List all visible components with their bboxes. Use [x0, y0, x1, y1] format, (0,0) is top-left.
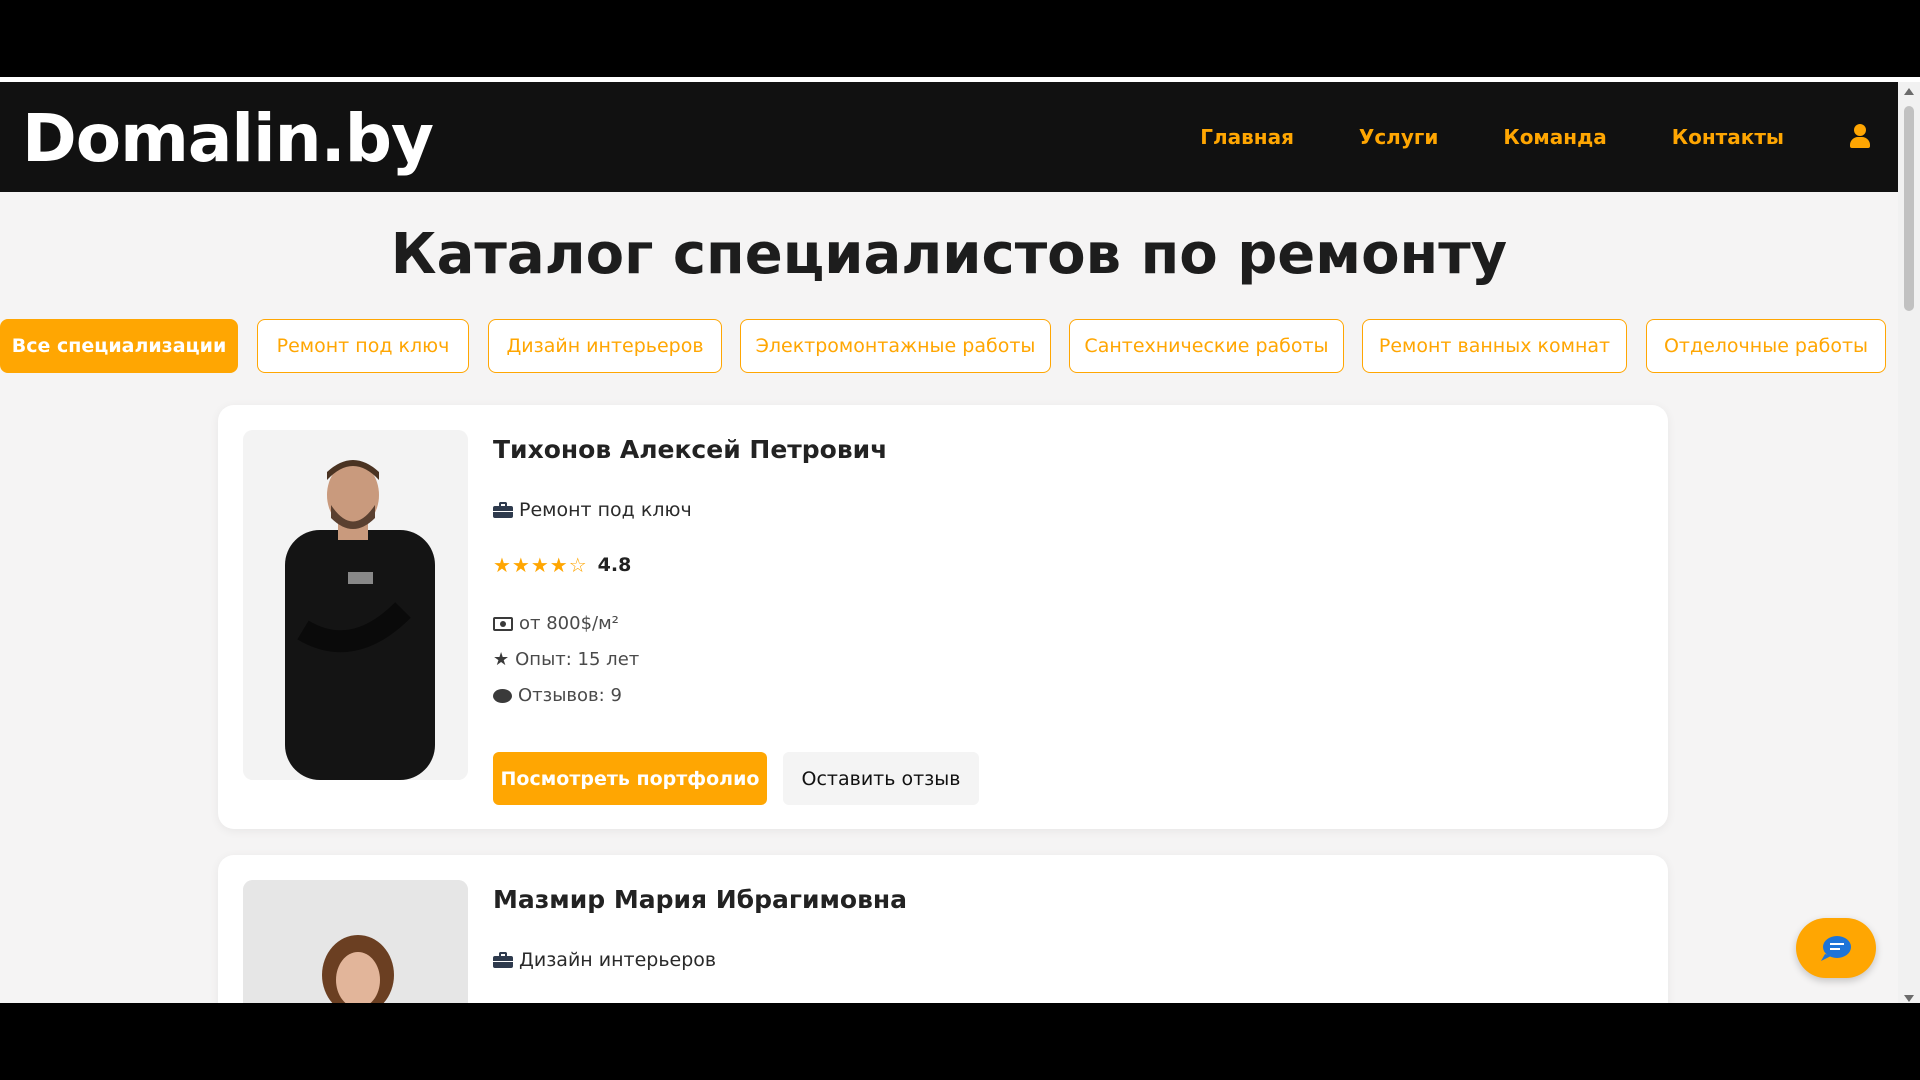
briefcase-icon: [493, 502, 513, 518]
star-icon: ★: [493, 649, 510, 670]
scroll-up-arrow-icon[interactable]: [1904, 88, 1914, 95]
page-scrollbar[interactable]: [1898, 82, 1920, 1003]
filter-turnkey-renovation[interactable]: Ремонт под ключ: [257, 319, 469, 373]
scroll-down-arrow-icon[interactable]: [1904, 995, 1914, 1002]
specialist-price: от 800$/м²: [493, 613, 619, 634]
filter-electrical[interactable]: Электромонтажные работы: [740, 319, 1051, 373]
filter-all[interactable]: Все специализации: [0, 319, 238, 373]
money-icon: [493, 616, 513, 631]
specialist-card: Тихонов Алексей Петрович Ремонт под ключ…: [218, 405, 1668, 829]
filter-finishing[interactable]: Отделочные работы: [1646, 319, 1886, 373]
specialist-name: Мазмир Мария Ибрагимовна: [493, 885, 908, 914]
experience-text: Опыт: 15 лет: [515, 649, 640, 670]
specialist-specialization: Дизайн интерьеров: [493, 949, 716, 971]
filter-plumbing[interactable]: Сантехнические работы: [1069, 319, 1344, 373]
specialization-label: Дизайн интерьеров: [519, 949, 717, 971]
price-text: от 800$/м²: [519, 613, 619, 634]
star-rating-icons: ★★★★☆: [493, 553, 588, 577]
specialization-label: Ремонт под ключ: [519, 499, 692, 521]
specialist-portrait-image: [243, 430, 468, 780]
specialist-experience: ★ Опыт: 15 лет: [493, 649, 639, 670]
site-logo[interactable]: Domalin.by: [22, 100, 434, 177]
filter-interior-design[interactable]: Дизайн интерьеров: [488, 319, 722, 373]
site-header: Domalin.by Главная Услуги Команда Контак…: [0, 82, 1898, 192]
specialist-photo: [243, 880, 468, 1003]
specialist-card: Мазмир Мария Ибрагимовна Дизайн интерьер…: [218, 855, 1668, 1003]
page-title: Каталог специалистов по ремонту: [390, 222, 1508, 287]
specialist-name: Тихонов Алексей Петрович: [493, 435, 888, 464]
briefcase-icon: [493, 952, 513, 968]
nav-link-contacts[interactable]: Контакты: [1672, 125, 1784, 149]
nav-link-home[interactable]: Главная: [1200, 125, 1294, 149]
specialist-photo: [243, 430, 468, 780]
scrollbar-thumb[interactable]: [1904, 106, 1914, 311]
comment-icon: [493, 688, 512, 703]
filter-bathroom[interactable]: Ремонт ванных комнат: [1362, 319, 1627, 373]
browser-viewport: Domalin.by Главная Услуги Команда Контак…: [0, 77, 1920, 1003]
specialist-rating: ★★★★☆ 4.8: [493, 553, 631, 577]
chat-bubble-icon: [1821, 936, 1851, 961]
leave-review-button[interactable]: Оставить отзыв: [783, 752, 979, 805]
chat-widget-button[interactable]: [1796, 918, 1876, 978]
view-portfolio-button[interactable]: Посмотреть портфолио: [493, 752, 767, 805]
specialist-reviews: Отзывов: 9: [493, 685, 622, 706]
specialist-portrait-image: [243, 880, 468, 1003]
nav-link-services[interactable]: Услуги: [1359, 125, 1438, 149]
main-nav: Главная Услуги Команда Контакты: [1200, 82, 1898, 192]
nav-link-team[interactable]: Команда: [1503, 125, 1606, 149]
specialist-specialization: Ремонт под ключ: [493, 499, 692, 521]
reviews-text: Отзывов: 9: [518, 685, 622, 706]
rating-value: 4.8: [597, 554, 632, 576]
user-icon[interactable]: [1849, 124, 1871, 150]
